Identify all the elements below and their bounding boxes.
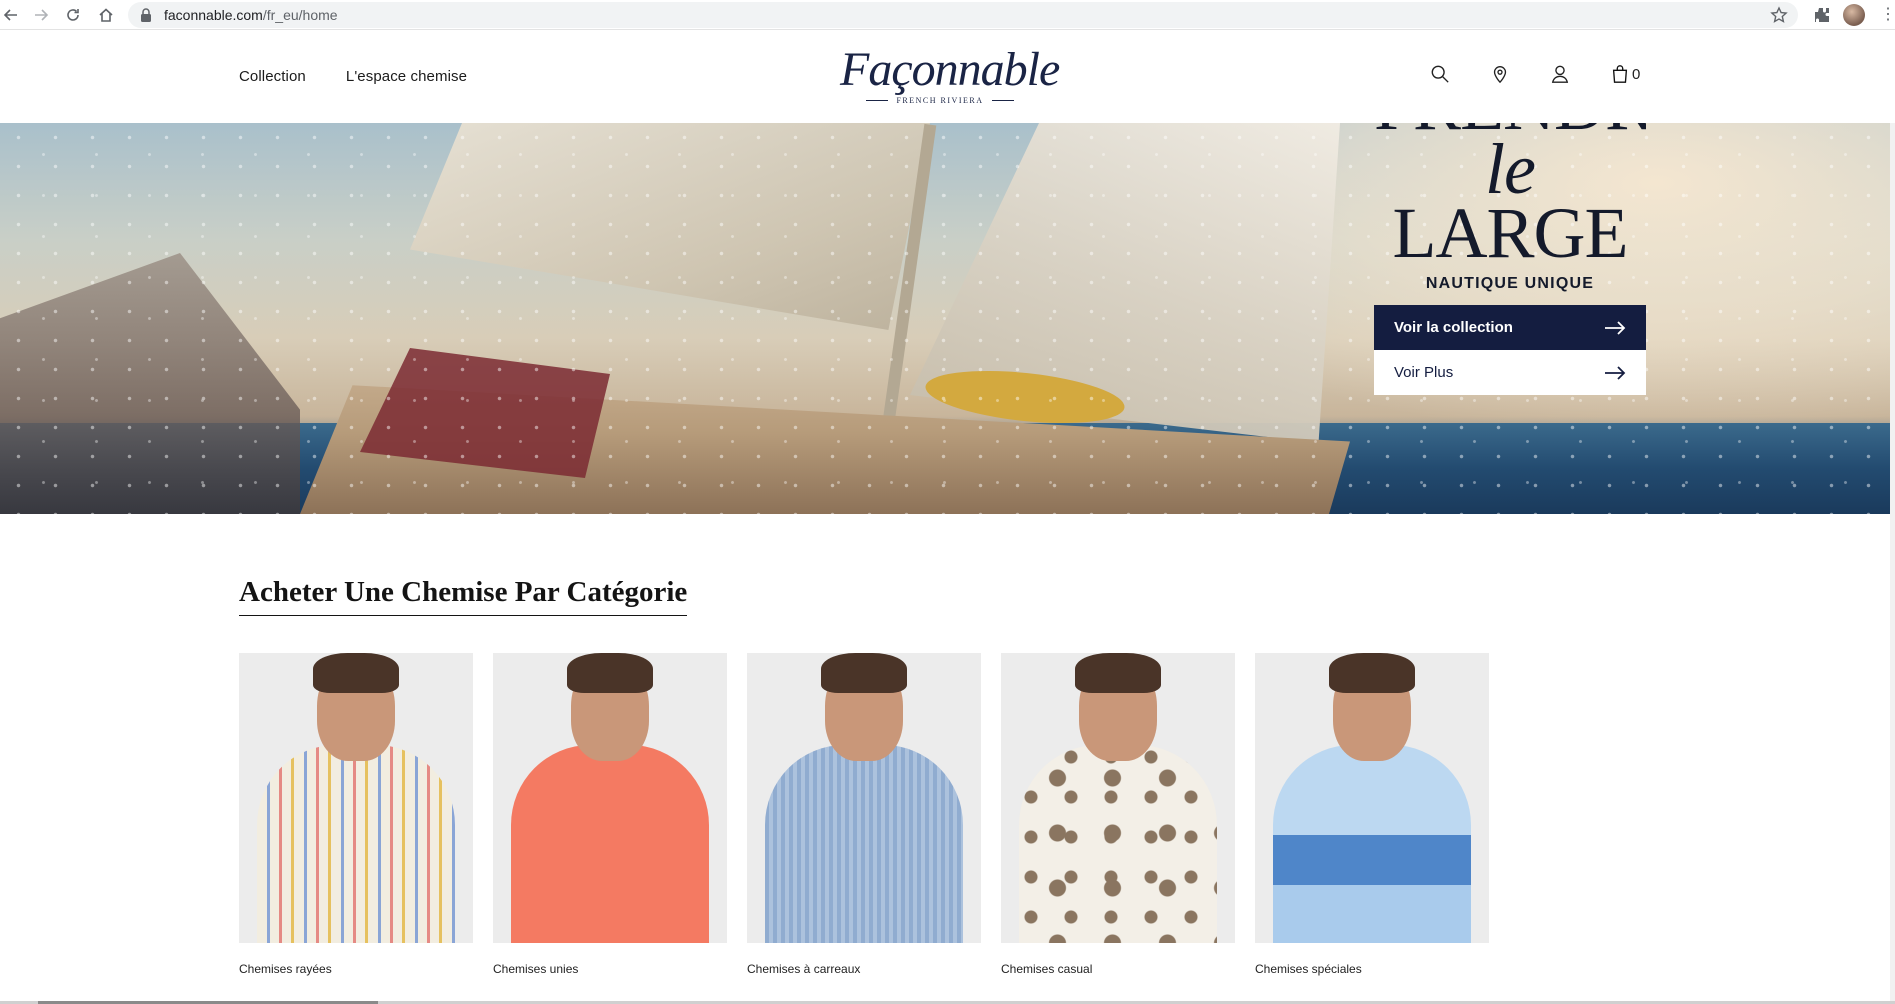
category-card-carreaux[interactable]: Chemises à carreaux: [747, 653, 981, 976]
category-label[interactable]: Chemises à carreaux: [747, 962, 981, 976]
category-card-casual[interactable]: Chemises casual: [1001, 653, 1235, 976]
forward-icon[interactable]: [30, 4, 52, 26]
arrow-right-icon: [1605, 365, 1626, 380]
category-card-speciales[interactable]: Chemises spéciales: [1255, 653, 1489, 976]
hero-headline: le LARGE: [1374, 133, 1646, 269]
category-label[interactable]: Chemises unies: [493, 962, 727, 976]
hero-banner: PRENDRE le LARGE NAUTIQUE UNIQUE Voir la…: [0, 123, 1895, 514]
lock-icon: [141, 8, 151, 22]
category-grid: Chemises rayées Chemises unies Chemises …: [239, 653, 1489, 976]
hero-subtitle: NAUTIQUE UNIQUE: [1425, 275, 1595, 292]
logo-tagline: FRENCH RIVIERA: [840, 96, 1040, 105]
hero-headline-top: PRENDRE: [1374, 123, 1646, 137]
bag-icon: [1612, 65, 1628, 83]
category-label[interactable]: Chemises casual: [1001, 962, 1235, 976]
arrow-right-icon: [1605, 320, 1626, 335]
category-photo[interactable]: [1001, 653, 1235, 943]
store-locator-icon[interactable]: [1490, 63, 1512, 85]
category-card-unies[interactable]: Chemises unies: [493, 653, 727, 976]
address-bar[interactable]: faconnable.com/fr_eu/home: [128, 2, 1798, 28]
profile-avatar[interactable]: [1843, 4, 1865, 26]
account-icon[interactable]: [1550, 63, 1572, 85]
category-photo[interactable]: [239, 653, 473, 943]
browser-toolbar: faconnable.com/fr_eu/home ⋮: [0, 0, 1895, 30]
url-host: faconnable.com: [164, 7, 263, 23]
vertical-scrollbar[interactable]: [1890, 123, 1895, 1004]
category-section-title: Acheter Une Chemise Par Catégorie: [239, 576, 688, 616]
reload-icon[interactable]: [62, 4, 84, 26]
nav-espace-chemise[interactable]: L'espace chemise: [346, 68, 467, 85]
voir-plus-button[interactable]: Voir Plus: [1374, 350, 1646, 395]
url-path: /fr_eu/home: [262, 7, 338, 23]
hero-headline-main: LARGE: [1392, 193, 1629, 273]
category-photo[interactable]: [1255, 653, 1489, 943]
category-photo[interactable]: [747, 653, 981, 943]
site-header: Collection L'espace chemise Façonnable F…: [0, 30, 1895, 123]
voir-collection-button[interactable]: Voir la collection: [1374, 305, 1646, 350]
logo-tagline-text: FRENCH RIVIERA: [896, 96, 984, 105]
bookmark-star-icon[interactable]: [1770, 6, 1788, 24]
cart-button[interactable]: 0: [1610, 64, 1640, 84]
cart-count: 0: [1632, 65, 1641, 83]
home-icon[interactable]: [95, 4, 117, 26]
nav-collection[interactable]: Collection: [239, 68, 306, 85]
hero-promo: PRENDRE le LARGE NAUTIQUE UNIQUE Voir la…: [1374, 123, 1646, 395]
category-photo[interactable]: [493, 653, 727, 943]
brand-logo[interactable]: Façonnable FRENCH RIVIERA: [840, 43, 1060, 110]
extensions-icon[interactable]: [1812, 5, 1832, 25]
category-card-rayees[interactable]: Chemises rayées: [239, 653, 473, 976]
back-icon[interactable]: [0, 4, 22, 26]
logo-wordmark: Façonnable: [840, 43, 1060, 96]
header-actions: 0: [1430, 63, 1640, 85]
category-label[interactable]: Chemises spéciales: [1255, 962, 1489, 976]
voir-collection-label: Voir la collection: [1394, 319, 1513, 336]
main-nav: Collection L'espace chemise: [239, 68, 467, 85]
browser-menu-icon[interactable]: ⋮: [1880, 5, 1895, 25]
search-icon[interactable]: [1430, 63, 1452, 85]
voir-plus-label: Voir Plus: [1394, 364, 1454, 381]
category-label[interactable]: Chemises rayées: [239, 962, 473, 976]
